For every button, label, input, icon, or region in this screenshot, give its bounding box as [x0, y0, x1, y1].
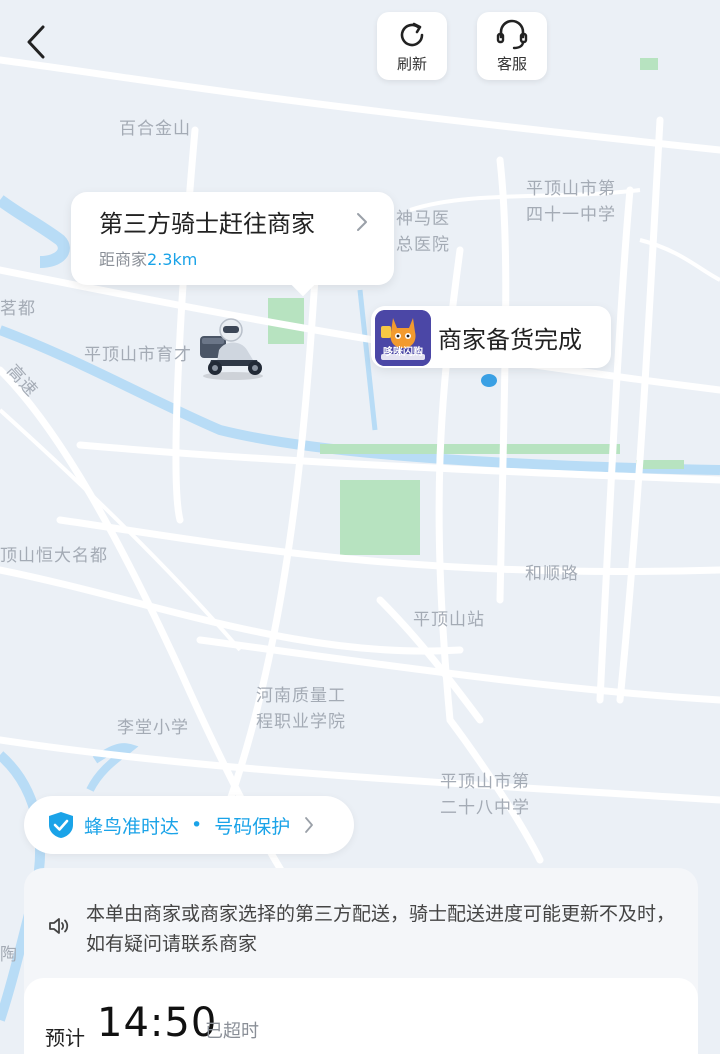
merchant-status-bubble[interactable]: 哆咪闪购 商家备货完成: [371, 306, 611, 368]
refresh-label: 刷新: [396, 54, 427, 73]
map-label: 二十八中学: [440, 798, 530, 818]
map-label: 平顶山市第: [526, 179, 616, 199]
map-label: 平顶山站: [413, 610, 485, 630]
chevron-right-icon: [305, 817, 314, 833]
eta-time: 14:50: [97, 1000, 218, 1046]
map-label: 顶山恒大名都: [0, 546, 108, 566]
rider-status-bubble[interactable]: 第三方骑士赶往商家 距商家2.3km: [71, 192, 394, 285]
headset-icon: [496, 19, 528, 49]
merchant-status-text: 商家备货完成: [438, 326, 582, 354]
map-label: 茗都: [0, 299, 36, 319]
rider-scooter-icon: [200, 318, 263, 380]
map-label: 程职业学院: [256, 712, 346, 732]
number-protection-label: 号码保护: [214, 815, 291, 838]
eta-prefix: 预计: [45, 1026, 85, 1050]
map-label: 总医院: [396, 235, 450, 255]
refresh-button[interactable]: 刷新: [377, 12, 447, 80]
chevron-left-icon: [27, 25, 45, 59]
separator-dot: •: [191, 814, 203, 836]
delivery-notice-text: 本单由商家或商家选择的第三方配送，骑士配送进度可能更新不及时，如有疑问请联系商家: [86, 903, 676, 955]
map-label: 李堂小学: [117, 718, 189, 738]
merchant-logo: 哆咪闪购: [375, 310, 431, 366]
rider-status-text: 第三方骑士赶往商家: [99, 210, 315, 238]
map-label: 陶: [0, 945, 18, 965]
speaker-icon: [49, 918, 69, 934]
shield-check-icon: [49, 812, 73, 838]
delivery-guarantee-pill[interactable]: 蜂鸟准时达 • 号码保护: [24, 796, 354, 854]
merchant-location-pin: [481, 374, 497, 387]
map-label: 平顶山市第: [440, 772, 530, 792]
order-status-panel: 本单由商家或商家选择的第三方配送，骑士配送进度可能更新不及时，如有疑问请联系商家…: [24, 868, 698, 1054]
merchant-logo-text: 哆咪闪购: [383, 347, 423, 358]
customer-service-label: 客服: [496, 54, 527, 73]
map-label: 平顶山市育才: [84, 345, 192, 365]
back-button[interactable]: [18, 22, 54, 62]
eta-card: 预计 14:50 已超时: [24, 978, 698, 1054]
rider-distance: 距商家2.3km: [99, 246, 394, 270]
eta-overdue-status: 已超时: [205, 1021, 259, 1042]
refresh-icon: [400, 22, 424, 46]
map-label: 四十一中学: [526, 205, 616, 225]
customer-service-button[interactable]: 客服: [477, 12, 547, 80]
map-label: 和顺路: [525, 564, 579, 584]
map-label: 百合金山: [119, 119, 191, 139]
map-label: 河南质量工: [256, 686, 346, 706]
chevron-right-icon: [357, 213, 367, 231]
on-time-label: 蜂鸟准时达: [84, 815, 180, 838]
rider-distance-value: 2.3km: [147, 250, 198, 269]
rider-distance-prefix: 距商家: [99, 250, 148, 269]
map-label: 神马医: [396, 209, 450, 229]
